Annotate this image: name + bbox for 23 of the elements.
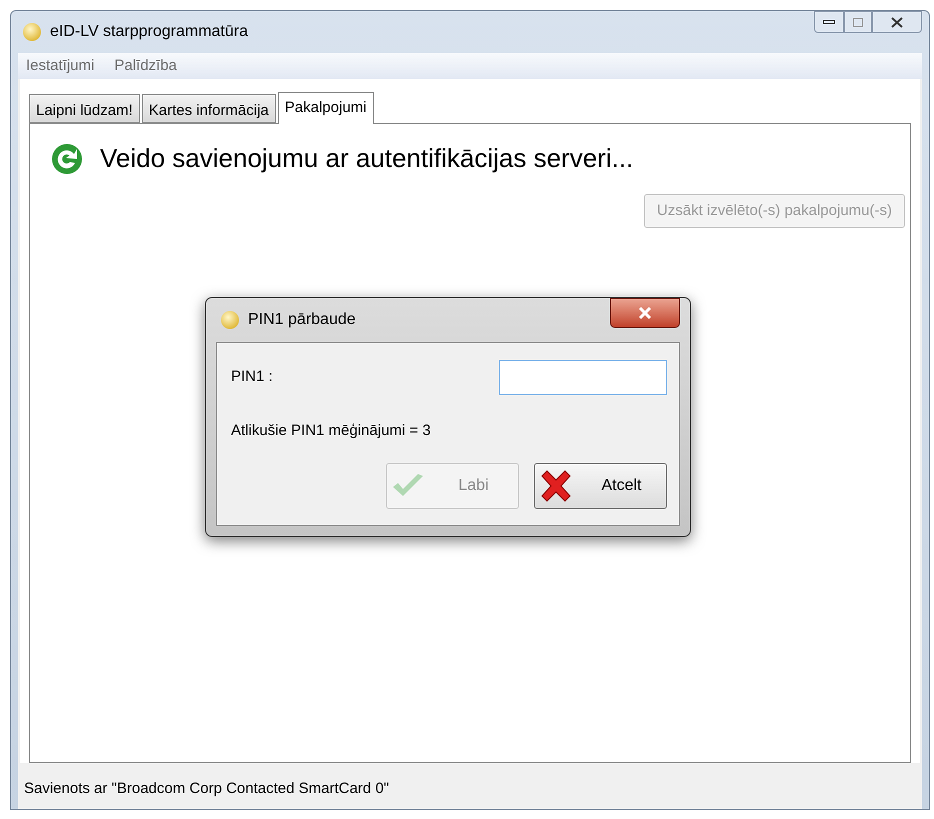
dialog-logo-icon — [220, 310, 240, 330]
dialog-title: PIN1 pārbaude — [248, 310, 357, 330]
close-icon — [891, 16, 903, 28]
pin-input-field[interactable] — [499, 360, 667, 395]
connection-message: Veido savienojumu ar autentifikācijas serveri... — [100, 142, 634, 175]
tab[interactable]: Pakalpojumi — [278, 92, 374, 124]
remaining-attempts: Atlikušie PIN1 mēģinājumi = 3 — [231, 421, 432, 441]
cross-icon — [539, 470, 573, 502]
refresh-icon — [50, 142, 84, 176]
window-title: eID-LV starpprogrammatūra — [50, 22, 249, 42]
check-icon — [391, 472, 425, 498]
minimize-button[interactable] — [814, 11, 844, 33]
tab[interactable]: Kartes informācija — [142, 94, 276, 123]
close-icon — [638, 307, 652, 319]
app-logo-icon — [22, 22, 42, 42]
pin-label: PIN1 : — [231, 367, 273, 388]
status-text: Savienots ar "Broadcom Corp Contacted SmartCard 0" — [24, 778, 389, 799]
cancel-button[interactable]: Atcelt — [534, 462, 667, 508]
menu-item[interactable]: Palīdzība — [114, 54, 177, 78]
tab[interactable]: Laipni lūdzam! — [29, 94, 140, 123]
menu-item[interactable]: Iestatījumi — [26, 54, 94, 78]
dialog-close-button[interactable] — [610, 298, 680, 328]
close-button[interactable] — [872, 11, 922, 33]
